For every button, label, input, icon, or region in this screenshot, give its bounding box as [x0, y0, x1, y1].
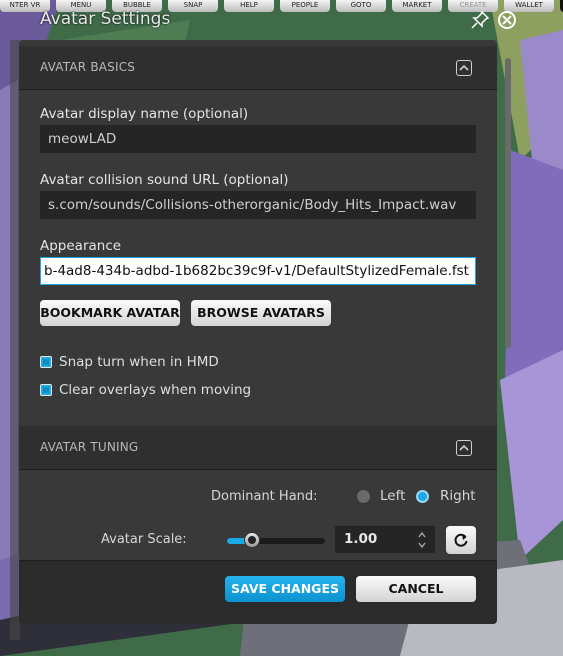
- collapse-icon[interactable]: [456, 60, 472, 76]
- hand-left-label: Left: [380, 488, 406, 504]
- scrollbar[interactable]: [505, 40, 513, 630]
- collision-sound-label: Avatar collision sound URL (optional): [40, 172, 289, 188]
- collision-sound-field[interactable]: s.com/sounds/Collisions-otherorganic/Bod…: [40, 191, 476, 219]
- avatar-scale-spinbox[interactable]: 1.00: [335, 526, 435, 553]
- toolbar-button-wallet[interactable]: WALLET: [504, 0, 554, 12]
- dominant-hand-label: Dominant Hand:: [211, 489, 318, 504]
- scrollbar-thumb[interactable]: [505, 58, 511, 348]
- hand-left-radio[interactable]: [357, 490, 370, 503]
- section-title: AVATAR TUNING: [40, 440, 139, 454]
- window-title: Avatar Settings: [40, 9, 171, 29]
- dialog-footer: SAVE CHANGES CANCEL: [19, 560, 497, 624]
- appearance-field[interactable]: b-4ad8-434b-adbd-1b682bc39c9f-v1/Default…: [40, 257, 476, 285]
- stepper-arrows-icon[interactable]: [418, 530, 426, 550]
- avatar-settings-panel: AVATAR BASICS Avatar display name (optio…: [19, 40, 497, 624]
- toolbar-button-market[interactable]: MARKET: [392, 0, 442, 12]
- section-header-avatar-basics[interactable]: AVATAR BASICS: [19, 46, 497, 90]
- avatar-scale-label: Avatar Scale:: [101, 532, 187, 547]
- cancel-button[interactable]: CANCEL: [356, 576, 476, 602]
- bookmark-avatar-button[interactable]: BOOKMARK AVATAR: [40, 300, 180, 326]
- slider-handle[interactable]: [244, 532, 260, 548]
- toolbar-button-help[interactable]: HELP: [224, 0, 274, 12]
- snap-turn-checkbox[interactable]: [40, 356, 52, 368]
- appearance-label: Appearance: [40, 238, 122, 254]
- toolbar-button-goto[interactable]: GOTO: [336, 0, 386, 12]
- section-header-avatar-tuning[interactable]: AVATAR TUNING: [19, 426, 497, 470]
- toolbar-button-people[interactable]: PEOPLE: [280, 0, 330, 12]
- display-name-label: Avatar display name (optional): [40, 106, 249, 122]
- avatar-scale-slider[interactable]: [227, 532, 325, 548]
- reset-scale-button[interactable]: [446, 526, 476, 554]
- section-title: AVATAR BASICS: [40, 60, 136, 74]
- toolbar-button-snap[interactable]: SNAP: [168, 0, 218, 12]
- hand-right-radio[interactable]: [416, 490, 429, 503]
- save-changes-button[interactable]: SAVE CHANGES: [225, 576, 345, 602]
- clear-overlays-checkbox[interactable]: [40, 384, 52, 396]
- snap-turn-checkbox-row[interactable]: Snap turn when in HMD: [40, 354, 219, 370]
- hand-right-label: Right: [440, 488, 476, 504]
- reset-icon: [454, 533, 468, 547]
- browse-avatars-button[interactable]: BROWSE AVATARS: [191, 300, 331, 326]
- collapse-icon[interactable]: [456, 440, 472, 456]
- display-name-field[interactable]: meowLAD: [40, 125, 476, 153]
- snap-turn-label: Snap turn when in HMD: [59, 354, 219, 370]
- clear-overlays-checkbox-row[interactable]: Clear overlays when moving: [40, 382, 251, 398]
- clear-overlays-label: Clear overlays when moving: [59, 382, 252, 398]
- avatar-scale-value: 1.00: [344, 531, 378, 547]
- pin-icon[interactable]: [471, 10, 490, 29]
- close-icon[interactable]: [498, 11, 516, 29]
